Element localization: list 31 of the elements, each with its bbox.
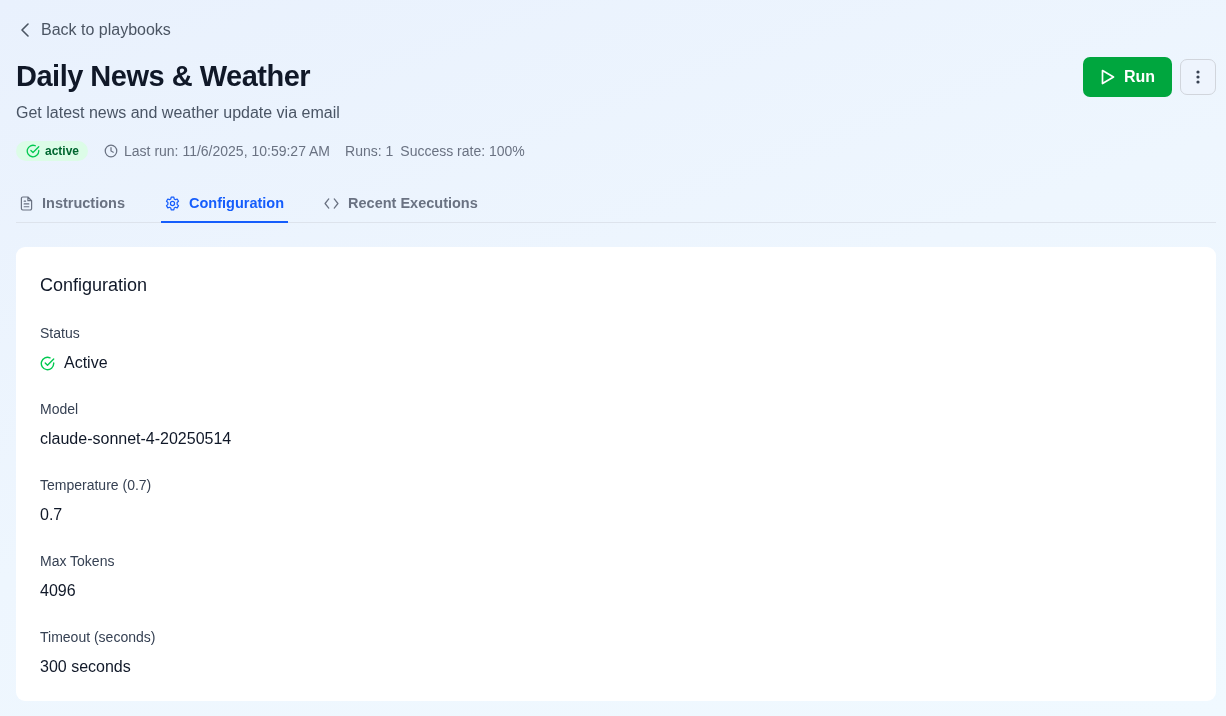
page-title: Daily News & Weather (16, 59, 312, 94)
more-icon (1196, 70, 1200, 84)
success-rate: Success rate: 100% (400, 143, 525, 159)
card-title: Configuration (40, 274, 149, 297)
status-text: active (45, 144, 80, 158)
tab[interactable]: Recent Executions (320, 185, 482, 223)
field-value: 300 seconds (40, 657, 132, 677)
back-link[interactable]: Back to playbooks (16, 18, 171, 42)
field-value: 4096 (40, 581, 77, 601)
page-description: Get latest news and weather update via email (16, 103, 340, 123)
document-icon (20, 195, 33, 211)
field-label: Status (40, 324, 81, 343)
more-options-button[interactable] (1180, 59, 1216, 95)
last-run-text: Last run: 11/6/2025, 10:59:27 AM (124, 143, 331, 159)
field-value: claude-sonnet-4-20250514 (40, 429, 233, 449)
gear-icon (165, 195, 180, 211)
field-value: Active (64, 353, 108, 373)
tab[interactable]: Configuration (161, 185, 289, 223)
clock-icon (104, 144, 119, 158)
play-icon (1100, 69, 1115, 85)
code-icon (324, 197, 340, 209)
tab[interactable]: Instructions (16, 185, 129, 223)
check-circle-icon (26, 144, 40, 158)
field-value: 0.7 (40, 505, 64, 525)
chevron-left-icon (21, 23, 29, 37)
field-label: Temperature (0.7) (40, 476, 153, 495)
field-label: Timeout (seconds) (40, 628, 157, 647)
runs-count: Runs: 1 (345, 143, 394, 159)
field-label: Model (40, 400, 80, 419)
field-label: Max Tokens (40, 552, 116, 571)
run-button[interactable]: Run (1082, 57, 1172, 97)
